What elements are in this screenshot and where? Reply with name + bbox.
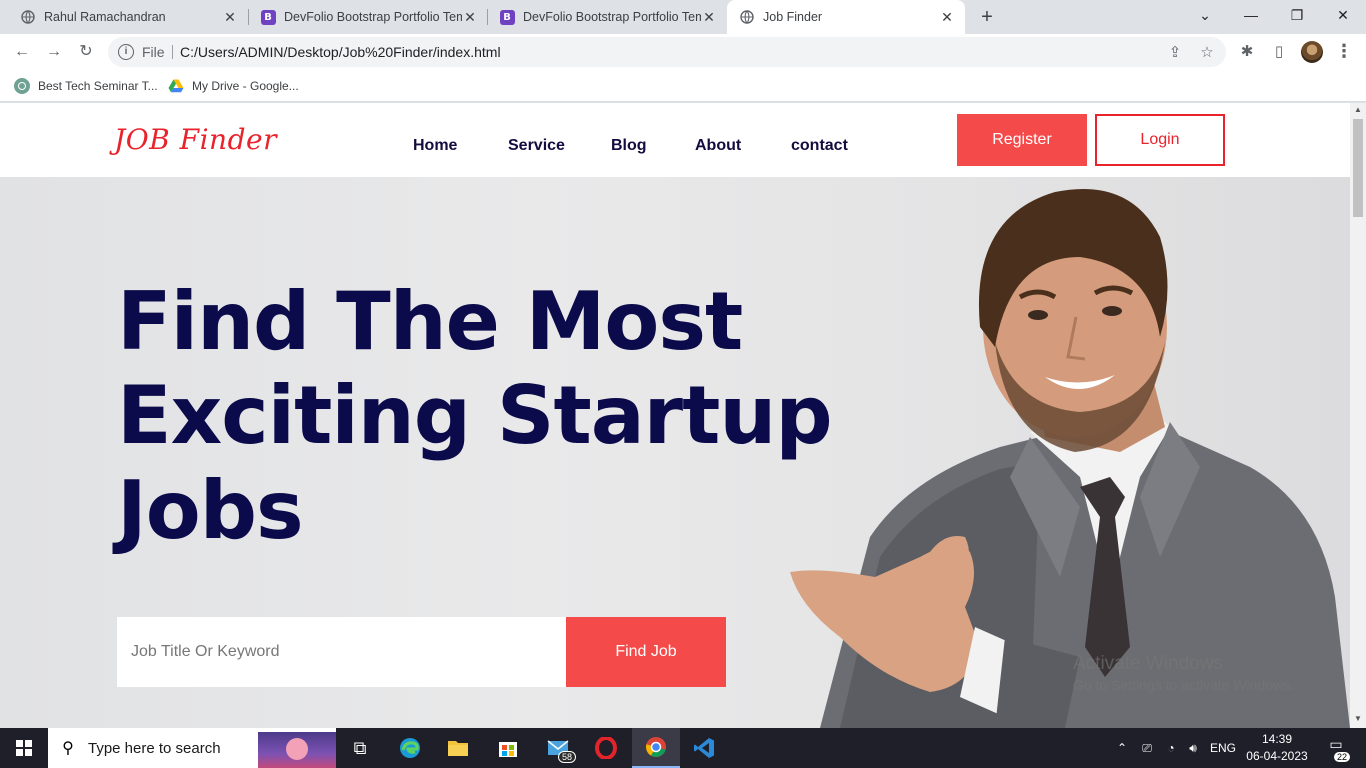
close-icon[interactable]: ✕ (939, 9, 955, 26)
language-indicator[interactable]: ENG (1206, 728, 1240, 768)
page-scrollbar[interactable]: ▲ ▼ (1350, 103, 1366, 728)
bookmark-best-tech[interactable]: Best Tech Seminar T... (14, 77, 158, 95)
start-button[interactable] (0, 728, 48, 768)
minimize-button[interactable]: — (1228, 0, 1274, 32)
close-window-button[interactable]: ✕ (1320, 0, 1366, 32)
close-icon[interactable]: ✕ (462, 9, 478, 26)
volume-icon[interactable]: 🔊︎ (1182, 728, 1204, 768)
extensions-icon[interactable]: ✱ (1237, 42, 1257, 62)
bootstrap-icon: B (260, 9, 276, 25)
bookmark-label: Best Tech Seminar T... (38, 79, 158, 93)
tab-title: DevFolio Bootstrap Portfolio Tem (523, 10, 701, 24)
forward-icon[interactable]: → (42, 40, 66, 64)
bootstrap-letter: B (260, 9, 276, 25)
new-tab-button[interactable]: + (976, 4, 998, 30)
hero-heading-line-1: Find The Most (117, 275, 743, 368)
scroll-down-arrow[interactable]: ▼ (1350, 714, 1366, 726)
chatgpt-icon (14, 78, 30, 94)
search-highlight-art (258, 732, 336, 768)
menu-icon[interactable]: ⋮ (1334, 40, 1354, 64)
job-search-input[interactable] (117, 617, 566, 687)
taskbar-search-text: Type here to search (88, 739, 221, 757)
wifi-icon[interactable]: ◔ (1160, 728, 1182, 768)
site-logo[interactable]: JOB Finder (114, 123, 277, 156)
hero-heading-line-3: Jobs (117, 464, 304, 557)
notification-count: 22 (1333, 752, 1350, 762)
restore-button[interactable]: ❐ (1274, 0, 1320, 32)
bookmark-label: My Drive - Google... (192, 79, 299, 93)
store-icon[interactable] (484, 728, 532, 768)
activate-windows-watermark: Activate Windows Go to Settings to activ… (1073, 653, 1294, 693)
mail-icon[interactable]: 58 (534, 728, 582, 768)
tab-title: DevFolio Bootstrap Portfolio Tem (284, 10, 462, 24)
tab-title: Rahul Ramachandran (44, 10, 166, 24)
clock[interactable]: 14:39 06-04-2023 (1240, 731, 1314, 765)
vscode-icon[interactable] (680, 728, 728, 768)
close-icon[interactable]: ✕ (222, 9, 238, 26)
nav-about[interactable]: About (695, 137, 741, 155)
scroll-up-arrow[interactable]: ▲ (1350, 105, 1366, 117)
tab-title: Job Finder (763, 10, 823, 24)
tab-search-icon[interactable]: ⌄ (1182, 0, 1228, 32)
file-explorer-icon[interactable] (434, 728, 482, 768)
watermark-title: Activate Windows (1073, 653, 1223, 674)
page-viewport: JOB Finder Home Service Blog About conta… (0, 103, 1350, 728)
globe-icon (20, 9, 36, 25)
browser-toolbar: ← → ↻ i File C:/Users/ADMIN/Desktop/Job%… (0, 34, 1366, 70)
site-header: JOB Finder Home Service Blog About conta… (0, 103, 1350, 177)
nav-home[interactable]: Home (413, 137, 457, 155)
taskbar-search[interactable]: ⚲ Type here to search (48, 728, 336, 768)
bookmarks-bar: Best Tech Seminar T... My Drive - Google… (0, 70, 1366, 102)
nav-blog[interactable]: Blog (611, 137, 647, 155)
login-button[interactable]: Login (1095, 114, 1225, 166)
profile-avatar[interactable] (1301, 41, 1323, 63)
edge-icon[interactable] (386, 728, 434, 768)
address-divider (172, 45, 173, 59)
scroll-thumb[interactable] (1353, 119, 1363, 217)
share-icon[interactable]: ⇪ (1166, 44, 1184, 62)
clock-date: 06-04-2023 (1246, 749, 1308, 763)
tab-devfolio-2[interactable]: B DevFolio Bootstrap Portfolio Tem ✕ (487, 0, 727, 34)
nav-service[interactable]: Service (508, 137, 565, 155)
mail-badge: 58 (557, 751, 576, 763)
find-job-button[interactable]: Find Job (566, 617, 726, 687)
bootstrap-letter: B (499, 9, 515, 25)
windows-logo-icon (16, 740, 32, 756)
network-icon[interactable]: ⎚ (1136, 728, 1158, 768)
search-icon: ⚲ (62, 740, 74, 757)
hero-section: Find The Most Exciting Startup Jobs Job … (0, 177, 1350, 728)
hero-heading-line-2: Exciting Startup (117, 369, 833, 462)
address-scheme-label: File (142, 44, 165, 60)
back-icon[interactable]: ← (10, 40, 34, 64)
side-panel-icon[interactable]: ▯ (1269, 42, 1289, 62)
register-button[interactable]: Register (957, 114, 1087, 166)
close-icon[interactable]: ✕ (701, 9, 717, 26)
opera-icon[interactable] (582, 728, 630, 768)
nav-contact[interactable]: contact (791, 137, 848, 155)
url-text[interactable]: C:/Users/ADMIN/Desktop/Job%20Finder/inde… (180, 44, 501, 60)
bookmark-star-icon[interactable]: ☆ (1198, 44, 1216, 62)
notification-icon[interactable]: ▭ 22 (1322, 736, 1350, 762)
google-drive-icon (168, 78, 184, 94)
tab-rahul[interactable]: Rahul Ramachandran ✕ (0, 0, 248, 34)
tab-job-finder[interactable]: Job Finder ✕ (727, 0, 965, 34)
globe-icon (739, 9, 755, 25)
windows-taskbar: ⚲ Type here to search ⧉ 58 ⌃ ⎚ ◔ 🔊︎ ENG … (0, 728, 1366, 768)
bookmark-my-drive[interactable]: My Drive - Google... (168, 77, 299, 95)
task-view-icon[interactable]: ⧉ (336, 728, 384, 768)
clock-time: 14:39 (1261, 732, 1293, 746)
watermark-subtitle: Go to Settings to activate Windows. (1073, 677, 1294, 693)
chrome-icon[interactable] (632, 728, 680, 768)
bootstrap-icon: B (499, 9, 515, 25)
tab-devfolio-1[interactable]: B DevFolio Bootstrap Portfolio Tem ✕ (248, 0, 488, 34)
info-icon[interactable]: i (118, 44, 134, 60)
address-bar[interactable]: i File C:/Users/ADMIN/Desktop/Job%20Find… (108, 37, 1226, 67)
tray-chevron-icon[interactable]: ⌃ (1112, 728, 1132, 768)
hero-person-image (790, 189, 1350, 728)
reload-icon[interactable]: ↻ (74, 40, 98, 64)
tab-strip: Rahul Ramachandran ✕ B DevFolio Bootstra… (0, 0, 1366, 34)
